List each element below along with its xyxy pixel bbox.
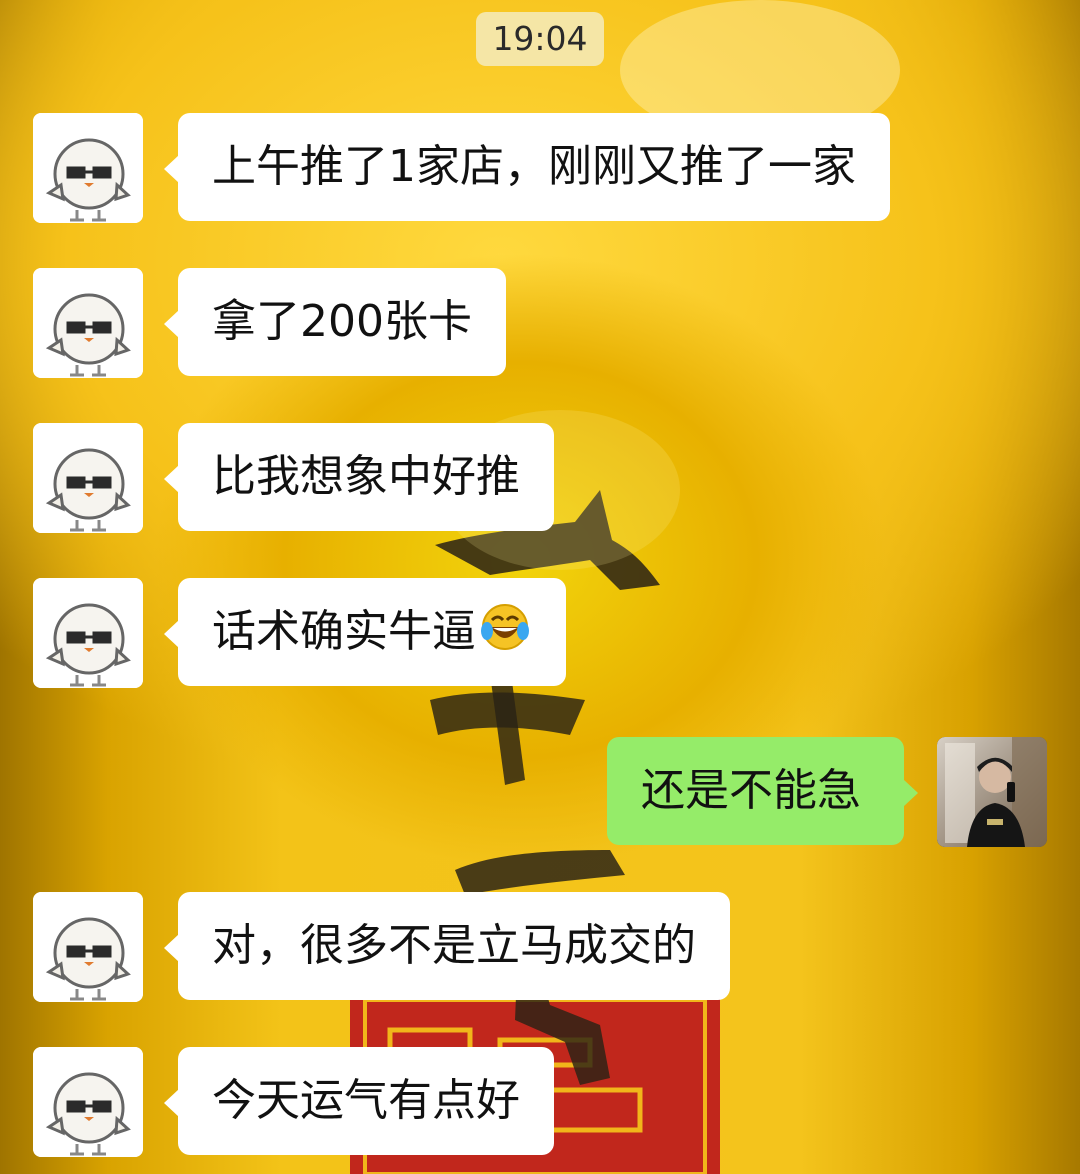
message-text: 今天运气有点好 bbox=[212, 1075, 520, 1126]
chick-sunglasses-avatar[interactable] bbox=[33, 1047, 143, 1157]
message-bubble[interactable]: 上午推了1家店，刚刚又推了一家 bbox=[164, 113, 890, 221]
chick-sunglasses-avatar[interactable] bbox=[33, 892, 143, 1002]
message-text: 上午推了1家店，刚刚又推了一家 bbox=[212, 141, 856, 192]
message-timestamp: 19:04 bbox=[476, 12, 604, 66]
tears-of-joy-emoji-icon bbox=[478, 600, 532, 654]
message-text: 还是不能急 bbox=[641, 765, 861, 816]
chick-sunglasses-avatar[interactable] bbox=[33, 578, 143, 688]
incoming-message: 比我想象中好推 bbox=[0, 423, 1080, 533]
message-bubble[interactable]: 对，很多不是立马成交的 bbox=[164, 892, 730, 1000]
chick-sunglasses-avatar[interactable] bbox=[33, 268, 143, 378]
chick-sunglasses-avatar[interactable] bbox=[33, 113, 143, 223]
message-text: 拿了200张卡 bbox=[212, 296, 472, 347]
user-selfie-avatar[interactable] bbox=[937, 737, 1047, 847]
chick-sunglasses-icon bbox=[33, 578, 143, 688]
chick-sunglasses-icon bbox=[33, 1047, 143, 1157]
incoming-message: 对，很多不是立马成交的 bbox=[0, 892, 1080, 1002]
selfie-photo-icon bbox=[937, 737, 1047, 847]
chick-sunglasses-avatar[interactable] bbox=[33, 423, 143, 533]
message-bubble[interactable]: 还是不能急 bbox=[607, 737, 918, 845]
incoming-message: 拿了200张卡 bbox=[0, 268, 1080, 378]
chick-sunglasses-icon bbox=[33, 892, 143, 1002]
message-text: 话术确实牛逼 bbox=[212, 606, 476, 657]
message-text: 比我想象中好推 bbox=[212, 451, 520, 502]
message-bubble[interactable]: 今天运气有点好 bbox=[164, 1047, 554, 1155]
incoming-message: 话术确实牛逼 bbox=[0, 578, 1080, 688]
message-bubble[interactable]: 话术确实牛逼 bbox=[164, 578, 566, 686]
incoming-message: 今天运气有点好 bbox=[0, 1047, 1080, 1157]
chick-sunglasses-icon bbox=[33, 423, 143, 533]
message-bubble[interactable]: 拿了200张卡 bbox=[164, 268, 506, 376]
message-bubble[interactable]: 比我想象中好推 bbox=[164, 423, 554, 531]
chick-sunglasses-icon bbox=[33, 113, 143, 223]
incoming-message: 上午推了1家店，刚刚又推了一家 bbox=[0, 113, 1080, 223]
message-text: 对，很多不是立马成交的 bbox=[212, 920, 696, 971]
outgoing-message: 还是不能急 bbox=[0, 737, 1080, 847]
chick-sunglasses-icon bbox=[33, 268, 143, 378]
